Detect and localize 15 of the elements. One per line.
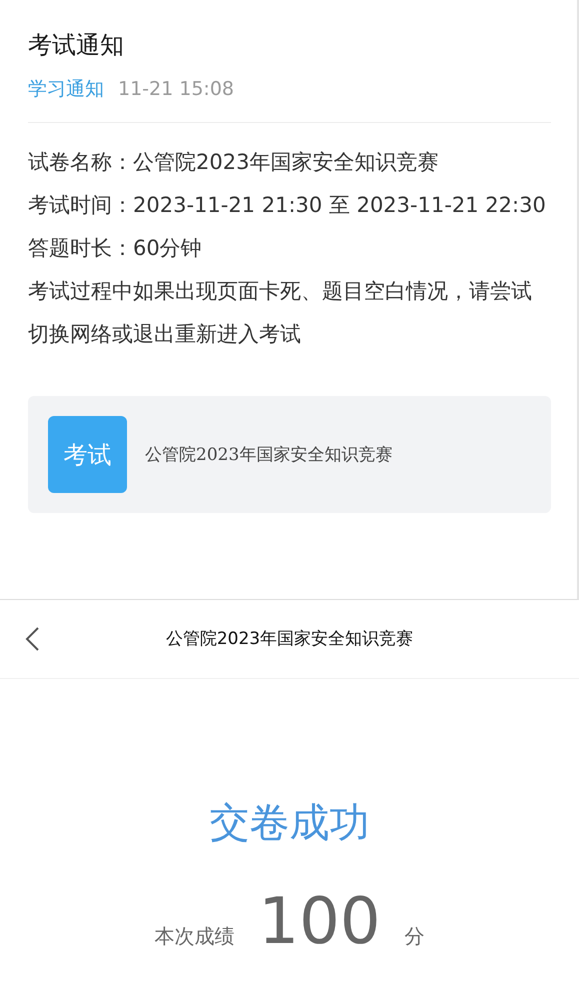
score-unit: 分 [404,923,425,950]
submit-status: 交卷成功 [208,799,370,848]
notice-text: 考试过程中如果出现页面卡死、题目空白情况，请尝试切换网络或退出重新进入考试 [28,278,533,348]
notice-text: 试卷名称：公管院2023年国家安全知识竞赛 [28,149,440,176]
exam-card-title: 公管院2023年国家安全知识竞赛 [145,444,392,466]
score-label: 本次成绩 [154,923,234,950]
notice-text: 答题时长：60分钟 [28,235,203,262]
back-icon[interactable] [24,626,40,652]
notice-text: 考试时间：2023-11-21 21:30 至 2023-11-21 22:30 [28,192,547,219]
exam-badge: 考试 [48,416,127,493]
notice-time: 11-21 15:08 [118,77,234,102]
score-value: 100 [258,887,381,957]
page-title: 公管院2023年国家安全知识竞赛 [164,628,414,650]
exam-card[interactable]: 考试 公管院2023年国家安全知识竞赛 [28,396,551,513]
notice-title: 考试通知 [28,30,125,61]
